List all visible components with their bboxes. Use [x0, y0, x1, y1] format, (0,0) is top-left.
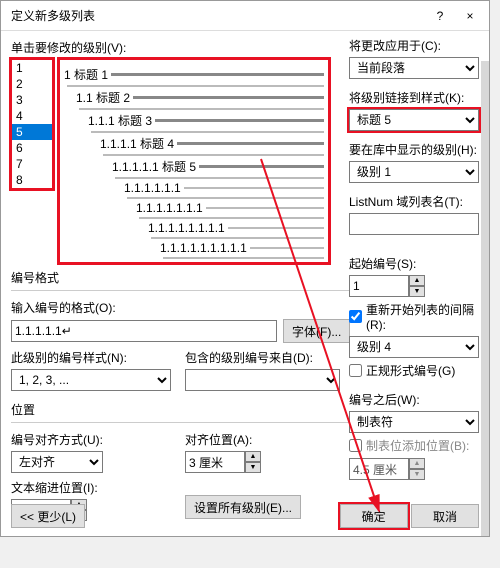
listnum-label: ListNum 域列表名(T): — [349, 193, 479, 210]
spin-down-icon[interactable]: ▼ — [409, 286, 425, 297]
less-button[interactable]: << 更少(L) — [11, 504, 85, 528]
level-item[interactable]: 5 — [12, 124, 52, 140]
align-at-label: 对齐位置(A): — [185, 431, 340, 448]
align-at-input[interactable] — [185, 451, 245, 473]
preview-line: 1.1.1.1 标题 4 — [100, 135, 324, 152]
right-column: 将更改应用于(C): 当前段落 将级别链接到样式(K): 标题 5 要在库中显示… — [349, 37, 479, 490]
close-button[interactable]: × — [455, 2, 485, 30]
dialog: 定义新多级列表 ? × 单击要修改的级别(V): 123456789 1 标题 … — [0, 0, 490, 537]
style-this-select[interactable]: 1, 2, 3, ... — [11, 369, 171, 391]
listnum-input[interactable] — [349, 213, 479, 235]
help-button[interactable]: ? — [425, 2, 455, 30]
level-item[interactable]: 9 — [12, 188, 52, 189]
restart-checkbox[interactable] — [349, 310, 362, 323]
preview-line: 1.1.1 标题 3 — [88, 112, 324, 129]
align-at-spinner[interactable]: ▲▼ — [185, 451, 261, 473]
level-item[interactable]: 4 — [12, 108, 52, 124]
spin-up-icon[interactable]: ▲ — [409, 275, 425, 286]
font-button[interactable]: 字体(F)... — [283, 319, 350, 343]
style-this-label: 此级别的编号样式(N): — [11, 349, 171, 366]
include-from-select[interactable] — [185, 369, 340, 391]
preview-line: 1 标题 1 — [64, 66, 324, 83]
preview-line: 1.1 标题 2 — [76, 89, 324, 106]
level-item[interactable]: 6 — [12, 140, 52, 156]
apply-to-label: 将更改应用于(C): — [349, 37, 479, 54]
start-at-spinner[interactable]: ▲▼ — [349, 275, 425, 297]
show-level-select[interactable]: 级别 1 — [349, 161, 479, 183]
restart-select[interactable]: 级别 4 — [349, 336, 479, 358]
dialog-title: 定义新多级列表 — [5, 7, 425, 24]
level-item[interactable]: 2 — [12, 76, 52, 92]
ok-button[interactable]: 确定 — [340, 504, 408, 528]
link-style-label: 将级别链接到样式(K): — [349, 89, 479, 106]
after-num-select[interactable]: 制表符 — [349, 411, 479, 433]
preview-line: 1.1.1.1.1.1.1.1 — [148, 221, 324, 235]
apply-to-select[interactable]: 当前段落 — [349, 57, 479, 79]
cancel-button[interactable]: 取消 — [411, 504, 479, 528]
include-from-label: 包含的级别编号来自(D): — [185, 349, 340, 366]
section-format-title: 编号格式 — [11, 271, 59, 285]
section-position-title: 位置 — [11, 401, 351, 418]
tab-add-checkbox[interactable] — [349, 439, 362, 452]
format-input[interactable] — [11, 320, 277, 342]
start-at-input[interactable] — [349, 275, 409, 297]
align-label: 编号对齐方式(U): — [11, 431, 171, 448]
enter-format-label: 输入编号的格式(O): — [11, 299, 351, 316]
decorative-edge — [481, 61, 489, 536]
level-item[interactable]: 7 — [12, 156, 52, 172]
level-item[interactable]: 1 — [12, 60, 52, 76]
tab-add-spinner: ▲▼ — [349, 458, 425, 480]
spin-down-icon: ▼ — [409, 469, 425, 480]
align-select[interactable]: 左对齐 — [11, 451, 103, 473]
legal-label: 正规形式编号(G) — [366, 362, 455, 379]
titlebar: 定义新多级列表 ? × — [1, 1, 489, 31]
preview-line: 1.1.1.1.1.1 — [124, 181, 324, 195]
preview-line: 1.1.1.1.1.1.1.1.1 — [160, 241, 324, 255]
content: 单击要修改的级别(V): 123456789 1 标题 11.1 标题 21.1… — [1, 31, 489, 536]
preview-pane: 1 标题 1 1.1 标题 2 1.1.1 标题 3 1.1.1.1 标题 4 1.1.… — [59, 59, 329, 263]
spin-up-icon[interactable]: ▲ — [245, 451, 261, 462]
legal-checkbox[interactable] — [349, 364, 362, 377]
restart-label: 重新开始列表的间隔(R): — [366, 301, 479, 332]
after-num-label: 编号之后(W): — [349, 391, 479, 408]
tab-add-input — [349, 458, 409, 480]
indent-at-label: 文本缩进位置(I): — [11, 479, 171, 496]
level-item[interactable]: 3 — [12, 92, 52, 108]
preview-line: 1.1.1.1.1.1.1 — [136, 201, 324, 215]
spin-down-icon[interactable]: ▼ — [245, 462, 261, 473]
spin-up-icon: ▲ — [409, 458, 425, 469]
link-style-select[interactable]: 标题 5 — [349, 109, 479, 131]
preview-line: 1.1.1.1.1 标题 5 — [112, 158, 324, 175]
tab-add-label: 制表位添加位置(B): — [366, 437, 469, 454]
level-list[interactable]: 123456789 — [11, 59, 53, 189]
level-item[interactable]: 8 — [12, 172, 52, 188]
show-level-label: 要在库中显示的级别(H): — [349, 141, 479, 158]
start-at-label: 起始编号(S): — [349, 255, 479, 272]
